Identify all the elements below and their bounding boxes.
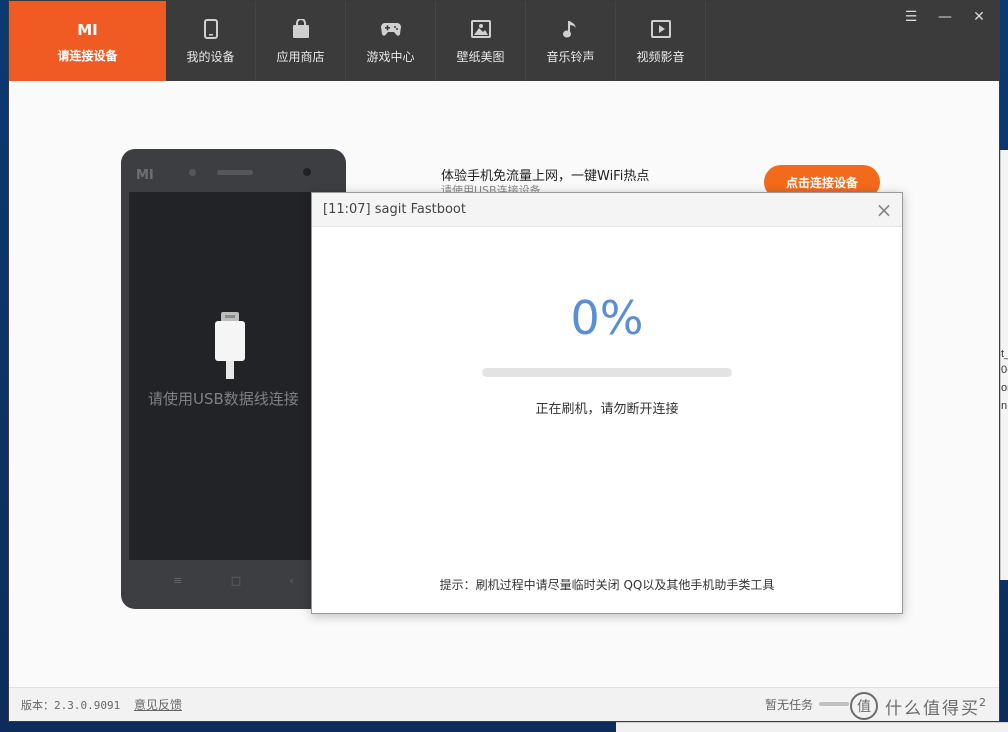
gamepad-icon (380, 18, 402, 40)
watermark-text: 什么值得买 (885, 698, 980, 719)
nav-app-store[interactable]: 应用商店 (256, 1, 346, 81)
music-note-icon (560, 18, 582, 40)
svg-text:值: 值 (857, 699, 871, 715)
watermark-logo-icon: 值 (850, 692, 878, 720)
home-key-icon: □ (230, 574, 242, 587)
task-indicator (819, 702, 849, 706)
feedback-link[interactable]: 意见反馈 (134, 696, 182, 713)
phone-sensor (189, 169, 196, 176)
close-icon[interactable]: ✕ (969, 9, 989, 25)
phone-screen: 请使用USB数据线连接 (129, 192, 338, 560)
phone-mi-logo: MI (136, 168, 154, 183)
version-label: 版本：2.3.0.9091 (21, 699, 121, 712)
phone-speaker (217, 170, 253, 175)
background-taskbar-strip (616, 722, 1008, 732)
image-icon (470, 18, 492, 40)
phone-camera (303, 168, 311, 176)
watermark: 值 什么值得买 (849, 691, 980, 721)
mi-logo-icon: MI (77, 19, 99, 41)
window-controls: ☰ — ✕ (901, 9, 989, 25)
nav-label: 应用商店 (276, 49, 325, 64)
top-navigation: MI 请连接设备 我的设备 应用商店 游戏中心 壁纸美图 音乐铃声 视频影音 ☰… (9, 1, 999, 81)
nav-label: 请连接设备 (57, 48, 118, 63)
nav-wallpapers[interactable]: 壁纸美图 (436, 1, 526, 81)
dialog-header: [11:07] sagit Fastboot × (312, 193, 902, 227)
nav-game-center[interactable]: 游戏中心 (346, 1, 436, 81)
progress-bar (482, 368, 732, 377)
video-play-icon (650, 18, 672, 40)
nav-connect-device[interactable]: MI 请连接设备 (9, 1, 166, 81)
nav-my-device[interactable]: 我的设备 (166, 1, 256, 81)
background-window-strip: t_ 0- on n (1000, 150, 1008, 580)
nav-label: 游戏中心 (366, 49, 415, 64)
flash-tip-text: 提示：刷机过程中请尽量临时关闭 QQ以及其他手机助手类工具 (439, 578, 775, 592)
progress-percent: 0% (570, 291, 644, 345)
nav-label: 我的设备 (186, 49, 235, 64)
flash-status-text: 正在刷机，请勿断开连接 (535, 402, 679, 417)
bag-icon (290, 18, 312, 40)
background-text-fragment: 0- (1001, 364, 1008, 376)
minimize-icon[interactable]: — (935, 9, 955, 25)
nav-videos[interactable]: 视频影音 (616, 1, 706, 81)
mi-logo-text: MI (77, 20, 98, 39)
background-text-fragment: t_ (1001, 348, 1008, 360)
nav-label: 视频影音 (636, 49, 685, 64)
dialog-title: [11:07] sagit Fastboot (323, 202, 466, 217)
phone-screen-text: 请使用USB数据线连接 (148, 390, 299, 408)
task-status[interactable]: 暂无任务 (765, 696, 813, 713)
flash-dialog: [11:07] sagit Fastboot × 0% 正在刷机，请勿断开连接 … (311, 192, 903, 614)
phone-icon (200, 18, 222, 40)
nav-ringtones[interactable]: 音乐铃声 (526, 1, 616, 81)
nav-label: 壁纸美图 (456, 49, 505, 64)
background-text-fragment: n (1001, 400, 1008, 412)
usb-plug-icon (214, 312, 246, 384)
background-text-fragment: on (1001, 382, 1008, 394)
mi-assistant-window: MI 请连接设备 我的设备 应用商店 游戏中心 壁纸美图 音乐铃声 视频影音 ☰… (8, 0, 1000, 722)
menu-icon[interactable]: ☰ (901, 9, 921, 25)
back-key-icon: ‹ (289, 574, 294, 587)
dialog-close-icon[interactable]: × (874, 198, 894, 222)
menu-key-icon: ≡ (173, 574, 183, 587)
page-indicator: 2 (979, 696, 986, 709)
nav-label: 音乐铃声 (546, 49, 595, 64)
